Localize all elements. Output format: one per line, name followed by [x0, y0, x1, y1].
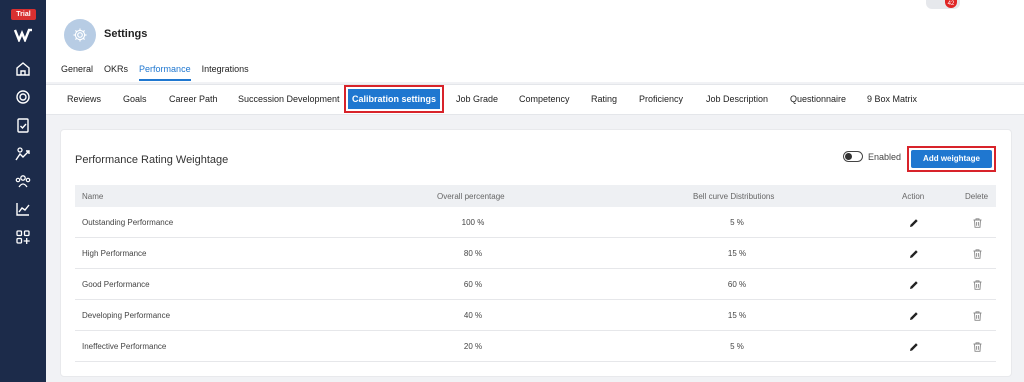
enabled-toggle[interactable]	[843, 151, 863, 162]
subtab-calibration-settings[interactable]: Calibration settings	[348, 89, 440, 109]
edit-pencil-icon[interactable]	[909, 342, 919, 352]
clipboard-icon[interactable]	[14, 116, 32, 134]
table-row	[75, 330, 996, 331]
row-bell-curve: 5 %	[730, 218, 744, 227]
row-overall-percentage: 20 %	[463, 342, 483, 351]
column-header-overall-percentage: Overall percentage	[437, 192, 505, 201]
row-name: Outstanding Performance	[82, 218, 174, 227]
row-overall-percentage: 40 %	[463, 311, 483, 320]
home-icon[interactable]	[14, 60, 32, 78]
row-overall-percentage: 60 %	[463, 280, 483, 289]
target-icon[interactable]	[14, 88, 32, 106]
edit-pencil-icon[interactable]	[909, 311, 919, 321]
table-header	[75, 185, 996, 207]
delete-trash-icon[interactable]	[973, 280, 982, 290]
subtab-competency[interactable]: Competency	[519, 94, 570, 104]
table-row	[75, 268, 996, 269]
growth-icon[interactable]	[14, 145, 32, 163]
toggle-knob	[845, 153, 852, 160]
subtab-rating[interactable]: Rating	[591, 94, 617, 104]
table-row	[75, 361, 996, 362]
tab-integrations[interactable]: Integrations	[202, 64, 249, 81]
row-bell-curve: 5 %	[730, 342, 744, 351]
subtab-highlight-outline: Calibration settings	[344, 85, 444, 113]
enabled-label: Enabled	[868, 152, 902, 162]
subtab-job-grade[interactable]: Job Grade	[456, 94, 498, 104]
edit-pencil-icon[interactable]	[909, 218, 919, 228]
table-row	[75, 299, 996, 300]
page-title: Settings	[104, 28, 148, 40]
subtab-career-path[interactable]: Career Path	[169, 94, 218, 104]
edit-pencil-icon[interactable]	[909, 249, 919, 259]
row-bell-curve: 15 %	[727, 249, 747, 258]
row-name: High Performance	[82, 249, 147, 258]
add-weightage-highlight: Add weightage	[907, 146, 996, 172]
delete-trash-icon[interactable]	[973, 218, 982, 228]
chart-icon[interactable]	[14, 200, 32, 218]
subtab-9-box-matrix[interactable]: 9 Box Matrix	[867, 94, 917, 104]
tab-performance[interactable]: Performance	[139, 64, 191, 81]
column-header-name: Name	[82, 192, 104, 201]
logo-icon[interactable]	[14, 28, 34, 42]
column-header-delete: Delete	[965, 192, 989, 201]
row-overall-percentage: 100 %	[461, 218, 485, 227]
add-weightage-button[interactable]: Add weightage	[911, 150, 992, 168]
sidebar: Trial	[0, 0, 46, 382]
subtab-reviews[interactable]: Reviews	[67, 94, 101, 104]
column-header-bell-curve: Bell curve Distributions	[693, 192, 775, 201]
subtab-succession-development[interactable]: Succession Development	[238, 94, 340, 104]
row-bell-curve: 15 %	[727, 311, 747, 320]
trial-badge: Trial	[11, 9, 36, 20]
table-row	[75, 237, 996, 238]
row-name: Good Performance	[82, 280, 150, 289]
delete-trash-icon[interactable]	[973, 249, 982, 259]
tab-general[interactable]: General	[61, 64, 93, 81]
apps-add-icon[interactable]	[14, 228, 32, 246]
edit-pencil-icon[interactable]	[909, 280, 919, 290]
weightage-card	[60, 129, 1012, 377]
delete-trash-icon[interactable]	[973, 311, 982, 321]
tab-okrs[interactable]: OKRs	[104, 64, 128, 81]
subtab-job-description[interactable]: Job Description	[706, 94, 768, 104]
settings-gear-avatar	[64, 19, 96, 51]
team-icon[interactable]	[14, 172, 32, 190]
subtab-questionnaire[interactable]: Questionnaire	[790, 94, 846, 104]
row-overall-percentage: 80 %	[463, 249, 483, 258]
subtab-proficiency[interactable]: Proficiency	[639, 94, 683, 104]
settings-tabs: General OKRs Performance Integrations	[61, 64, 260, 81]
subtab-goals[interactable]: Goals	[123, 94, 147, 104]
row-name: Developing Performance	[82, 311, 171, 320]
row-name: Ineffective Performance	[82, 342, 167, 351]
card-title: Performance Rating Weightage	[75, 154, 229, 166]
row-bell-curve: 60 %	[727, 280, 747, 289]
column-header-action: Action	[902, 192, 925, 201]
gear-icon	[73, 28, 87, 42]
delete-trash-icon[interactable]	[973, 342, 982, 352]
